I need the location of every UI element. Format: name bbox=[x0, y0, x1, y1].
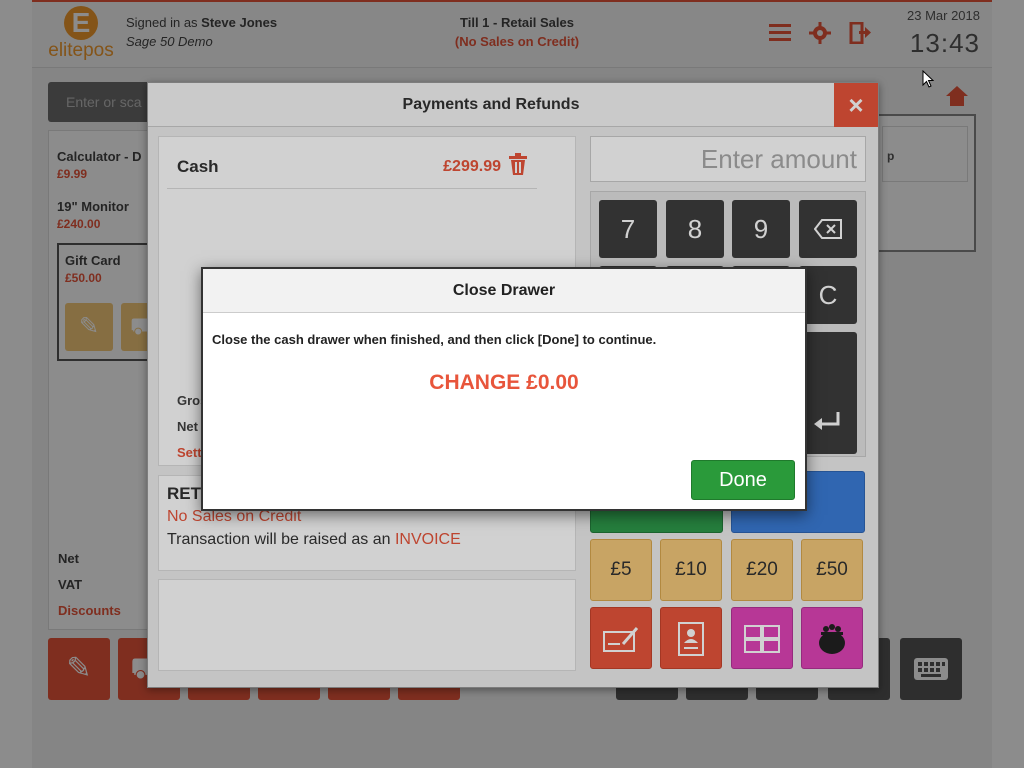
close-drawer-title: Close Drawer bbox=[452, 282, 556, 299]
close-drawer-message: Close the cash drawer when finished, and… bbox=[212, 332, 657, 347]
close-drawer-dialog: Close Drawer Close the cash drawer when … bbox=[201, 267, 807, 511]
change-amount: CHANGE £0.00 bbox=[429, 371, 579, 394]
mouse-cursor-icon bbox=[922, 69, 935, 88]
close-drawer-header: Close Drawer bbox=[203, 269, 805, 313]
done-button[interactable]: Done bbox=[691, 460, 795, 500]
